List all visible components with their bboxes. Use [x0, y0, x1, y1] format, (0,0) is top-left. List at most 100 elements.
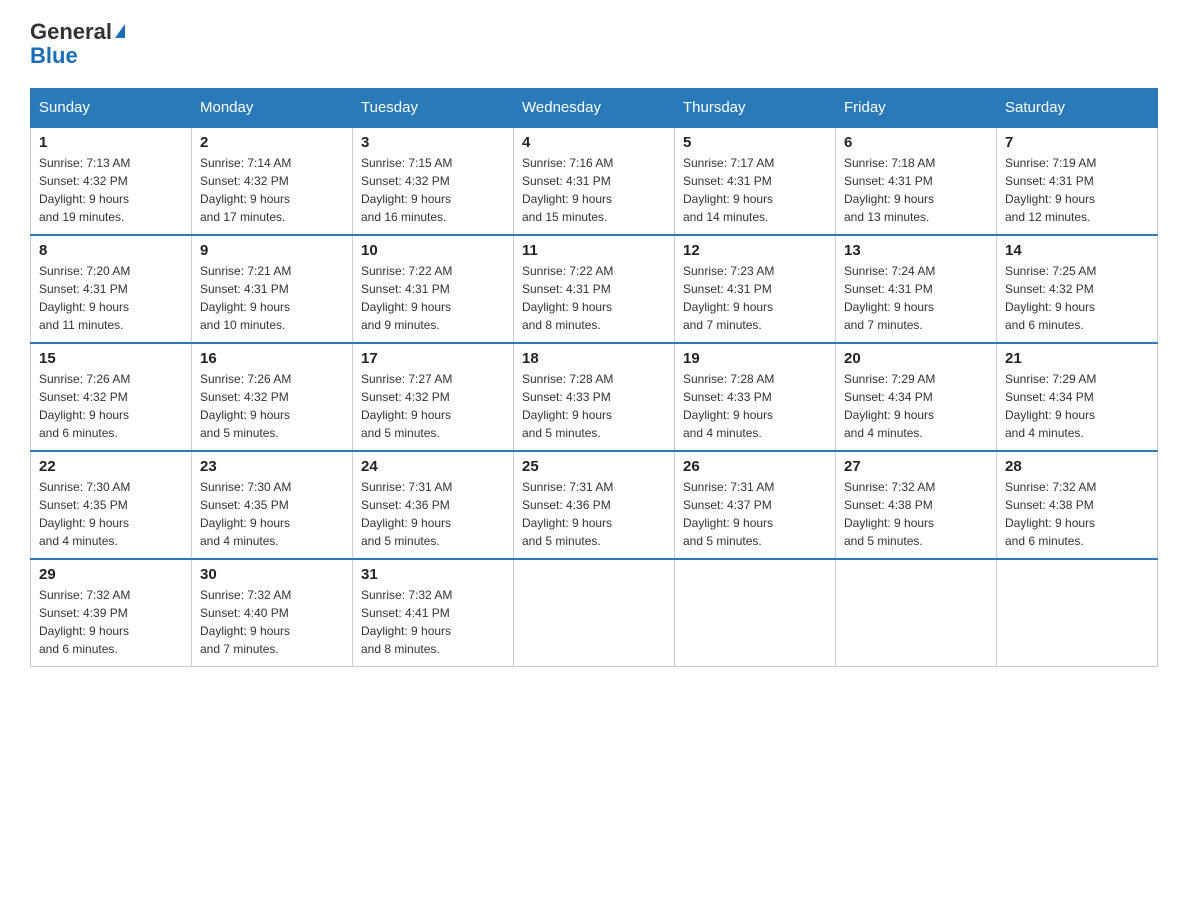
header-friday: Friday — [836, 89, 997, 128]
day-info: Sunrise: 7:14 AMSunset: 4:32 PMDaylight:… — [200, 154, 344, 226]
week-row-5: 29Sunrise: 7:32 AMSunset: 4:39 PMDayligh… — [31, 559, 1158, 667]
calendar-cell — [514, 559, 675, 667]
day-info: Sunrise: 7:27 AMSunset: 4:32 PMDaylight:… — [361, 370, 505, 442]
day-info: Sunrise: 7:17 AMSunset: 4:31 PMDaylight:… — [683, 154, 827, 226]
calendar-cell: 26 Sunrise: 7:31 AMSunset: 4:37 PMDayligh… — [675, 451, 836, 559]
day-number: 21 — [1005, 350, 1149, 367]
day-info: Sunrise: 7:32 AMSunset: 4:39 PMDaylight:… — [39, 586, 183, 658]
day-info: Sunrise: 7:19 AMSunset: 4:31 PMDaylight:… — [1005, 154, 1149, 226]
day-info: Sunrise: 7:31 AMSunset: 4:36 PMDaylight:… — [522, 478, 666, 550]
calendar-cell: 9 Sunrise: 7:21 AMSunset: 4:31 PMDaylight… — [192, 235, 353, 343]
calendar-cell: 15 Sunrise: 7:26 AMSunset: 4:32 PMDayligh… — [31, 343, 192, 451]
day-number: 5 — [683, 134, 827, 151]
week-row-1: 1 Sunrise: 7:13 AMSunset: 4:32 PMDaylight… — [31, 127, 1158, 235]
calendar-cell: 5 Sunrise: 7:17 AMSunset: 4:31 PMDaylight… — [675, 127, 836, 235]
day-info: Sunrise: 7:32 AMSunset: 4:41 PMDaylight:… — [361, 586, 505, 658]
calendar-cell: 20Sunrise: 7:29 AMSunset: 4:34 PMDayligh… — [836, 343, 997, 451]
day-number: 1 — [39, 134, 183, 151]
calendar-table: SundayMondayTuesdayWednesdayThursdayFrid… — [30, 88, 1158, 667]
day-info: Sunrise: 7:22 AMSunset: 4:31 PMDaylight:… — [522, 262, 666, 334]
calendar-cell: 10 Sunrise: 7:22 AMSunset: 4:31 PMDayligh… — [353, 235, 514, 343]
calendar-cell: 4 Sunrise: 7:16 AMSunset: 4:31 PMDaylight… — [514, 127, 675, 235]
day-number: 27 — [844, 458, 988, 475]
calendar-cell: 28 Sunrise: 7:32 AMSunset: 4:38 PMDayligh… — [997, 451, 1158, 559]
day-number: 18 — [522, 350, 666, 367]
day-info: Sunrise: 7:21 AMSunset: 4:31 PMDaylight:… — [200, 262, 344, 334]
header-tuesday: Tuesday — [353, 89, 514, 128]
day-number: 4 — [522, 134, 666, 151]
calendar-cell: 23Sunrise: 7:30 AMSunset: 4:35 PMDayligh… — [192, 451, 353, 559]
header-monday: Monday — [192, 89, 353, 128]
calendar-cell: 6 Sunrise: 7:18 AMSunset: 4:31 PMDaylight… — [836, 127, 997, 235]
day-number: 3 — [361, 134, 505, 151]
header-sunday: Sunday — [31, 89, 192, 128]
calendar-cell: 11 Sunrise: 7:22 AMSunset: 4:31 PMDayligh… — [514, 235, 675, 343]
day-number: 26 — [683, 458, 827, 475]
logo-blue-text: Blue — [30, 44, 125, 68]
calendar-cell: 19Sunrise: 7:28 AMSunset: 4:33 PMDayligh… — [675, 343, 836, 451]
day-number: 11 — [522, 242, 666, 259]
day-info: Sunrise: 7:25 AMSunset: 4:32 PMDaylight:… — [1005, 262, 1149, 334]
week-row-2: 8 Sunrise: 7:20 AMSunset: 4:31 PMDaylight… — [31, 235, 1158, 343]
day-info: Sunrise: 7:26 AMSunset: 4:32 PMDaylight:… — [200, 370, 344, 442]
calendar-cell: 8 Sunrise: 7:20 AMSunset: 4:31 PMDaylight… — [31, 235, 192, 343]
week-row-3: 15 Sunrise: 7:26 AMSunset: 4:32 PMDayligh… — [31, 343, 1158, 451]
day-info: Sunrise: 7:22 AMSunset: 4:31 PMDaylight:… — [361, 262, 505, 334]
calendar-cell: 29Sunrise: 7:32 AMSunset: 4:39 PMDayligh… — [31, 559, 192, 667]
day-info: Sunrise: 7:13 AMSunset: 4:32 PMDaylight:… — [39, 154, 183, 226]
day-number: 19 — [683, 350, 827, 367]
day-number: 15 — [39, 350, 183, 367]
calendar-cell: 22Sunrise: 7:30 AMSunset: 4:35 PMDayligh… — [31, 451, 192, 559]
day-number: 14 — [1005, 242, 1149, 259]
day-info: Sunrise: 7:32 AMSunset: 4:38 PMDaylight:… — [844, 478, 988, 550]
day-info: Sunrise: 7:29 AMSunset: 4:34 PMDaylight:… — [844, 370, 988, 442]
calendar-cell: 14 Sunrise: 7:25 AMSunset: 4:32 PMDayligh… — [997, 235, 1158, 343]
day-info: Sunrise: 7:23 AMSunset: 4:31 PMDaylight:… — [683, 262, 827, 334]
day-info: Sunrise: 7:32 AMSunset: 4:40 PMDaylight:… — [200, 586, 344, 658]
calendar-cell: 17 Sunrise: 7:27 AMSunset: 4:32 PMDayligh… — [353, 343, 514, 451]
day-info: Sunrise: 7:20 AMSunset: 4:31 PMDaylight:… — [39, 262, 183, 334]
day-number: 25 — [522, 458, 666, 475]
day-info: Sunrise: 7:16 AMSunset: 4:31 PMDaylight:… — [522, 154, 666, 226]
day-info: Sunrise: 7:30 AMSunset: 4:35 PMDaylight:… — [200, 478, 344, 550]
page-header: General Blue — [30, 20, 1158, 68]
calendar-cell: 18Sunrise: 7:28 AMSunset: 4:33 PMDayligh… — [514, 343, 675, 451]
day-number: 30 — [200, 566, 344, 583]
logo-general-text: General — [30, 20, 125, 44]
weekday-header-row: SundayMondayTuesdayWednesdayThursdayFrid… — [31, 89, 1158, 128]
day-number: 22 — [39, 458, 183, 475]
day-info: Sunrise: 7:32 AMSunset: 4:38 PMDaylight:… — [1005, 478, 1149, 550]
calendar-cell: 25 Sunrise: 7:31 AMSunset: 4:36 PMDayligh… — [514, 451, 675, 559]
day-info: Sunrise: 7:29 AMSunset: 4:34 PMDaylight:… — [1005, 370, 1149, 442]
day-number: 7 — [1005, 134, 1149, 151]
calendar-cell: 27 Sunrise: 7:32 AMSunset: 4:38 PMDayligh… — [836, 451, 997, 559]
day-number: 28 — [1005, 458, 1149, 475]
calendar-cell: 3 Sunrise: 7:15 AMSunset: 4:32 PMDaylight… — [353, 127, 514, 235]
day-number: 17 — [361, 350, 505, 367]
calendar-cell — [675, 559, 836, 667]
calendar-cell: 24 Sunrise: 7:31 AMSunset: 4:36 PMDayligh… — [353, 451, 514, 559]
week-row-4: 22 Sunrise: 7:30 AMSunset: 4:35 PMDayligh… — [31, 451, 1158, 559]
calendar-cell: 21 Sunrise: 7:29 AMSunset: 4:34 PMDayligh… — [997, 343, 1158, 451]
calendar-cell — [836, 559, 997, 667]
day-number: 10 — [361, 242, 505, 259]
calendar-cell: 30 Sunrise: 7:32 AMSunset: 4:40 PMDayligh… — [192, 559, 353, 667]
day-number: 13 — [844, 242, 988, 259]
day-info: Sunrise: 7:31 AMSunset: 4:36 PMDaylight:… — [361, 478, 505, 550]
day-number: 24 — [361, 458, 505, 475]
day-number: 2 — [200, 134, 344, 151]
day-number: 16 — [200, 350, 344, 367]
calendar-cell: 16 Sunrise: 7:26 AMSunset: 4:32 PMDayligh… — [192, 343, 353, 451]
header-saturday: Saturday — [997, 89, 1158, 128]
calendar-cell: 2 Sunrise: 7:14 AMSunset: 4:32 PMDaylight… — [192, 127, 353, 235]
logo: General Blue — [30, 20, 125, 68]
day-info: Sunrise: 7:26 AMSunset: 4:32 PMDaylight:… — [39, 370, 183, 442]
day-info: Sunrise: 7:18 AMSunset: 4:31 PMDaylight:… — [844, 154, 988, 226]
day-info: Sunrise: 7:15 AMSunset: 4:32 PMDaylight:… — [361, 154, 505, 226]
header-thursday: Thursday — [675, 89, 836, 128]
day-info: Sunrise: 7:31 AMSunset: 4:37 PMDaylight:… — [683, 478, 827, 550]
day-number: 9 — [200, 242, 344, 259]
calendar-cell: 12Sunrise: 7:23 AMSunset: 4:31 PMDayligh… — [675, 235, 836, 343]
day-number: 6 — [844, 134, 988, 151]
day-number: 8 — [39, 242, 183, 259]
